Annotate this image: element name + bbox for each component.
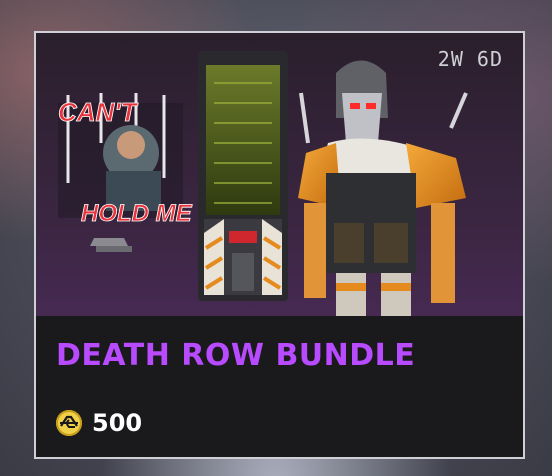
spray-text-bottom: HOLD ME (81, 200, 193, 227)
bundle-info-panel: DEATH ROW BUNDLE 500 (36, 316, 523, 457)
price-value: 500 (92, 409, 143, 437)
bundle-artwork: CAN'T HOLD ME (58, 51, 468, 316)
holo-spray: CAN'T HOLD ME (58, 93, 193, 252)
bundle-price: 500 (56, 409, 142, 437)
legend-skin (298, 60, 468, 316)
bundle-card[interactable]: CAN'T HOLD ME 2W 6D DEATH ROW BUNDLE 500 (34, 31, 525, 459)
spray-text-top: CAN'T (58, 97, 139, 127)
drop-pod (198, 51, 288, 301)
bundle-title: DEATH ROW BUNDLE (56, 338, 416, 373)
apex-coins-icon (56, 410, 82, 436)
time-remaining: 2W 6D (437, 47, 503, 71)
